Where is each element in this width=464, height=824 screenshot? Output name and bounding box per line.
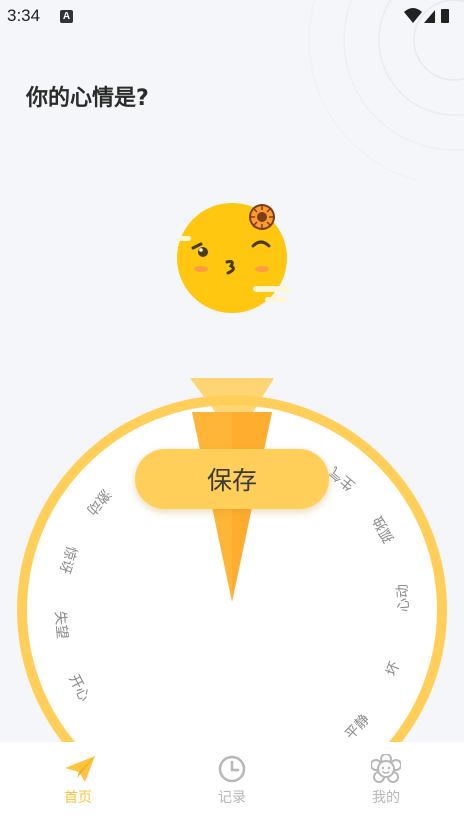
nav-label-mine: 我的	[372, 790, 400, 806]
nav-label-home: 首页	[64, 790, 92, 806]
status-time: 3:34	[7, 6, 41, 25]
mood-label[interactable]: 失望	[51, 610, 69, 639]
bottom-nav: 首页 记录 我的	[0, 742, 464, 824]
a-icon: A	[60, 10, 73, 23]
mood-wheel[interactable]: 开心失望惊讶激动生气孤独心动坏平静受伤委屈害羞	[0, 370, 464, 742]
nav-item-record[interactable]: 记录	[172, 742, 292, 824]
emoji-face-icon[interactable]	[175, 200, 293, 318]
flower-face-icon	[371, 754, 401, 783]
save-button[interactable]: 保存	[135, 449, 329, 509]
paper-plane-icon	[65, 756, 95, 782]
clock-icon	[218, 755, 246, 783]
nav-label-record: 记录	[218, 790, 246, 806]
decorative-arcs	[308, 0, 464, 180]
nav-item-mine[interactable]: 我的	[326, 742, 446, 824]
page-title: 你的心情是?	[26, 86, 149, 111]
mood-label[interactable]: 心动	[395, 583, 413, 612]
nav-item-home[interactable]: 首页	[18, 742, 138, 824]
